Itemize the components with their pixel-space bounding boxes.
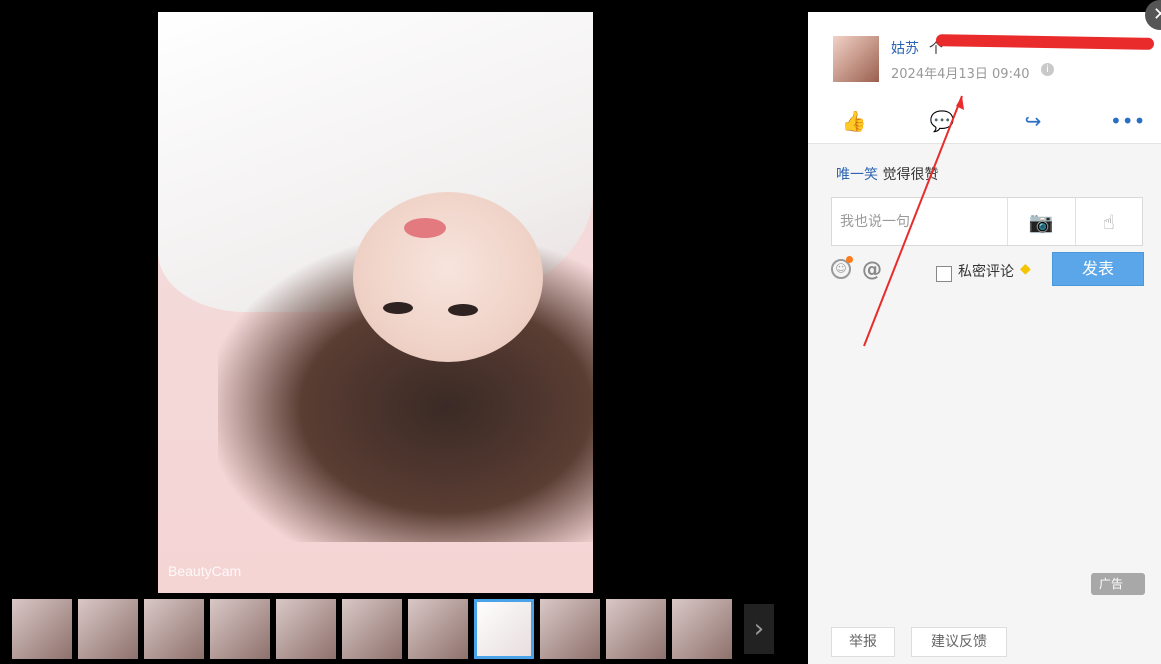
private-comment-label: 私密评论 bbox=[958, 264, 1014, 280]
thumbnail[interactable] bbox=[672, 599, 732, 659]
comment-box: 📷 ☝ bbox=[831, 197, 1143, 246]
thumbnail[interactable] bbox=[408, 599, 468, 659]
post-header: 姑苏 个 2024年4月13日 09:40 i 👍 💬 ↪ ••• bbox=[808, 12, 1161, 144]
mention-button[interactable]: ☝ bbox=[1074, 198, 1143, 245]
author-name[interactable]: 姑苏 bbox=[891, 38, 919, 58]
camera-icon: 📷 bbox=[1028, 209, 1054, 234]
report-button[interactable]: 举报 bbox=[831, 627, 895, 657]
photo-face bbox=[353, 192, 543, 362]
photo-viewer: BeautyCam › bbox=[0, 0, 808, 664]
post-button[interactable]: 发表 bbox=[1052, 252, 1144, 286]
ad-tag[interactable]: 广告 bbox=[1091, 573, 1145, 595]
diamond-icon: ◆ bbox=[1020, 261, 1031, 277]
thumbnail[interactable] bbox=[144, 599, 204, 659]
more-icon: ••• bbox=[1110, 109, 1146, 133]
like-button[interactable]: 👍 bbox=[841, 108, 867, 134]
comment-button[interactable]: 💬 bbox=[929, 108, 955, 134]
thumbnail[interactable] bbox=[606, 599, 666, 659]
at-icon[interactable]: @ bbox=[862, 257, 882, 281]
photo-upload-button[interactable]: 📷 bbox=[1007, 198, 1075, 245]
likes-line: 唯一笑 觉得很赞 bbox=[836, 164, 938, 184]
thumbnail[interactable] bbox=[540, 599, 600, 659]
main-photo[interactable]: BeautyCam bbox=[158, 12, 593, 593]
likes-text: 觉得很赞 bbox=[882, 167, 939, 183]
comment-panel: 姑苏 个 2024年4月13日 09:40 i 👍 💬 ↪ ••• 唯一笑 觉得… bbox=[808, 12, 1161, 664]
share-icon: ↪ bbox=[1024, 109, 1042, 133]
private-comment-checkbox[interactable] bbox=[936, 266, 952, 282]
next-thumbnail-button[interactable]: › bbox=[744, 604, 774, 654]
thumbnail[interactable] bbox=[78, 599, 138, 659]
liker-name[interactable]: 唯一笑 bbox=[836, 167, 878, 183]
comment-icon: 💬 bbox=[929, 109, 955, 133]
photo-lips bbox=[404, 218, 446, 238]
thumbnail-strip bbox=[12, 599, 732, 659]
share-button[interactable]: ↪ bbox=[1020, 108, 1046, 134]
thumbnail-active[interactable] bbox=[474, 599, 534, 659]
thumbnail[interactable] bbox=[342, 599, 402, 659]
comment-input[interactable] bbox=[832, 198, 1007, 245]
thumbnail[interactable] bbox=[276, 599, 336, 659]
avatar[interactable] bbox=[833, 36, 879, 82]
close-icon: ✕ bbox=[1153, 4, 1161, 25]
photo-eye-right bbox=[448, 304, 478, 316]
thumbnail[interactable] bbox=[12, 599, 72, 659]
notification-dot bbox=[846, 256, 853, 263]
photo-eye-left bbox=[383, 302, 413, 314]
ad-label: 广告 bbox=[1099, 577, 1124, 591]
redaction-mark bbox=[935, 34, 1155, 50]
pointing-hand-icon: ☝ bbox=[1102, 209, 1115, 234]
thumbnail[interactable] bbox=[210, 599, 270, 659]
thumbs-up-icon: 👍 bbox=[841, 109, 867, 133]
info-icon[interactable]: i bbox=[1041, 63, 1054, 76]
feedback-button[interactable]: 建议反馈 bbox=[911, 627, 1007, 657]
post-time: 2024年4月13日 09:40 bbox=[891, 67, 1030, 82]
more-button[interactable]: ••• bbox=[1110, 108, 1145, 134]
photo-watermark: BeautyCam bbox=[168, 563, 242, 579]
